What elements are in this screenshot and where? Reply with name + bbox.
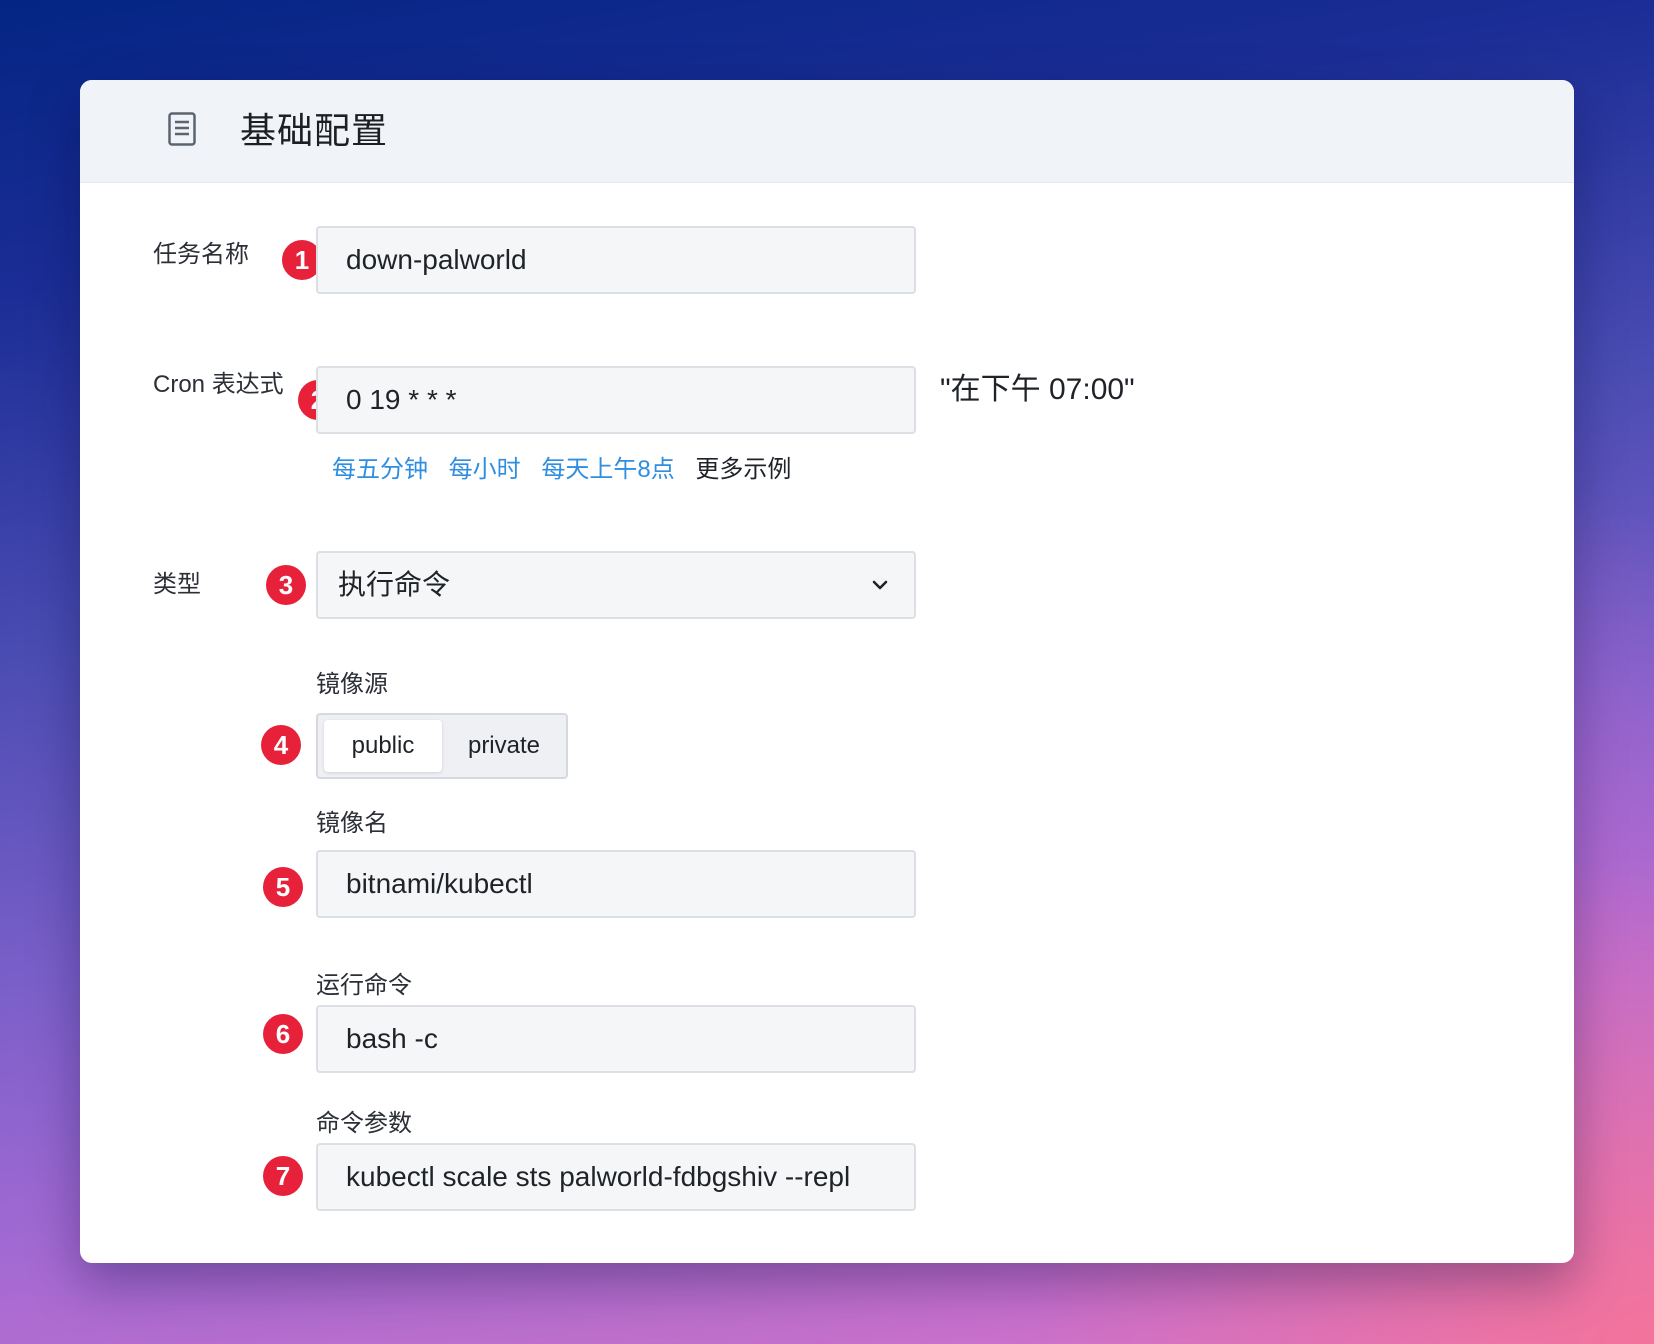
image-source-toggle: public private [316,713,568,779]
cron-quick-links: 每五分钟 每小时 每天上午8点 更多示例 [332,454,791,486]
step-badge-7: 7 [263,1156,303,1196]
cron-preset-hourly[interactable]: 每小时 [449,456,521,483]
cron-description: "在下午 07:00" [940,373,1135,406]
config-panel: 基础配置 任务名称 1 down-palworld Cron 表达式 2 0 1… [80,80,1574,1263]
run-command-label: 运行命令 [316,972,412,999]
more-examples-link[interactable]: 更多示例 [695,456,791,483]
image-source-private[interactable]: private [446,720,562,772]
type-select-value: 执行命令 [338,569,451,600]
image-name-label: 镜像名 [316,810,388,837]
step-badge-4: 4 [261,725,301,765]
type-select[interactable]: 执行命令 [316,551,916,619]
step-badge-6: 6 [263,1014,303,1054]
command-args-label: 命令参数 [316,1110,412,1137]
panel-header: 基础配置 [80,80,1574,183]
page-title: 基础配置 [240,110,389,151]
task-name-label: 任务名称 [153,241,249,268]
image-source-label: 镜像源 [316,671,388,698]
step-badge-5: 5 [263,867,303,907]
run-command-input[interactable]: bash -c [316,1005,916,1073]
image-name-input[interactable]: bitnami/kubectl [316,850,916,918]
step-badge-3: 3 [266,565,306,605]
cron-label: Cron 表达式 [153,371,284,398]
command-args-input[interactable]: kubectl scale sts palworld-fdbgshiv --re… [316,1143,916,1211]
cron-input[interactable]: 0 19 * * * [316,366,916,434]
cron-preset-daily-8am[interactable]: 每天上午8点 [541,456,674,483]
type-label: 类型 [153,571,201,598]
image-source-public[interactable]: public [324,720,442,772]
cron-preset-every-five-minutes[interactable]: 每五分钟 [332,456,428,483]
task-name-input[interactable]: down-palworld [316,226,916,294]
chevron-down-icon [872,580,888,590]
document-icon [168,112,196,146]
